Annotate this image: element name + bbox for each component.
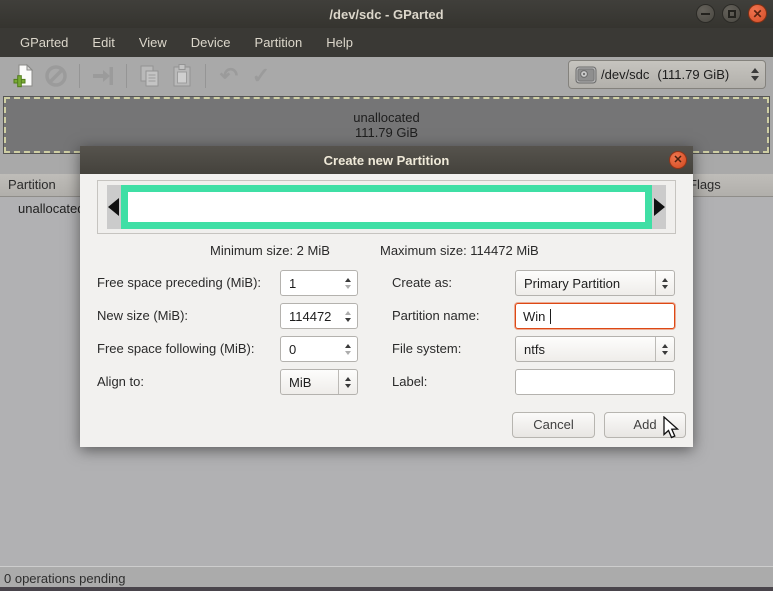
align-to-value: MiB — [289, 375, 311, 390]
toolbar-separator — [79, 64, 80, 88]
menu-edit[interactable]: Edit — [80, 30, 126, 55]
toolbar-separator — [205, 64, 206, 88]
cancel-button[interactable]: Cancel — [512, 412, 595, 438]
create-partition-dialog: Create new Partition ✕ Minimum size: 2 M… — [80, 146, 693, 447]
minimize-button[interactable] — [696, 4, 715, 23]
label-field — [515, 369, 675, 395]
device-size: (111.79 GiB) — [657, 67, 729, 82]
dropdown-arrows-icon — [655, 337, 674, 361]
window-controls: ✕ — [696, 4, 767, 23]
partition-visual-label: unallocated — [353, 110, 420, 125]
close-button[interactable]: ✕ — [748, 4, 767, 23]
maximize-button[interactable] — [722, 4, 741, 23]
column-header-partition: Partition — [8, 177, 56, 192]
dropdown-arrows-icon — [338, 370, 357, 394]
file-system-dropdown[interactable]: ntfs — [515, 336, 675, 362]
mouse-cursor — [662, 416, 682, 440]
undo-button[interactable]: ↶ — [213, 61, 245, 91]
gparted-window: /dev/sdc - GParted ✕ GParted Edit View D… — [0, 0, 773, 591]
align-to-label: Align to: — [97, 369, 144, 395]
device-path: /dev/sdc — [601, 67, 649, 82]
toolbar-separator — [126, 64, 127, 88]
hard-drive-icon — [575, 66, 597, 84]
free-space-preceding-spinner[interactable]: 1 — [280, 270, 358, 296]
free-space-following-label: Free space following (MiB): — [97, 336, 255, 362]
spinner-arrows[interactable] — [338, 337, 357, 361]
undo-icon: ↶ — [220, 65, 238, 87]
new-partition-button[interactable] — [8, 61, 40, 91]
resize-handle-right-icon[interactable] — [654, 198, 665, 216]
column-header-flags: Flags — [689, 177, 721, 192]
close-icon: ✕ — [752, 8, 762, 20]
dialog-close-button[interactable]: ✕ — [669, 151, 687, 169]
dialog-titlebar: Create new Partition ✕ — [80, 146, 693, 174]
new-partition-icon — [11, 63, 37, 89]
dialog-close-icon: ✕ — [673, 155, 682, 166]
table-row-unallocated[interactable]: unallocated — [18, 201, 85, 216]
partition-name-field — [515, 303, 675, 329]
file-system-value: ntfs — [524, 342, 545, 357]
resize-move-icon — [90, 63, 116, 89]
text-caret — [550, 309, 551, 324]
new-partition-preview-bar[interactable] — [121, 185, 652, 229]
copy-button[interactable] — [134, 61, 166, 91]
menu-partition[interactable]: Partition — [243, 30, 315, 55]
minimize-icon — [701, 13, 710, 15]
partition-visual-size: 111.79 GiB — [355, 125, 418, 140]
create-as-label: Create as: — [392, 270, 452, 296]
spinner-arrows[interactable] — [338, 304, 357, 328]
paste-button[interactable] — [166, 61, 198, 91]
new-size-value: 114472 — [289, 309, 331, 324]
device-selector-arrows — [751, 68, 759, 81]
new-size-spinner[interactable]: 114472 — [280, 303, 358, 329]
free-space-preceding-value: 1 — [289, 276, 296, 291]
free-space-following-value: 0 — [289, 342, 296, 357]
window-title: /dev/sdc - GParted — [0, 7, 773, 22]
device-selector[interactable]: /dev/sdc (111.79 GiB) — [568, 60, 766, 89]
label-label: Label: — [392, 369, 427, 395]
menubar: GParted Edit View Device Partition Help — [0, 28, 773, 57]
maximum-size-text: Maximum size: 114472 MiB — [380, 243, 539, 258]
free-space-following-spinner[interactable]: 0 — [280, 336, 358, 362]
window-titlebar: /dev/sdc - GParted ✕ — [0, 0, 773, 28]
dialog-title: Create new Partition — [324, 153, 450, 168]
apply-icon: ✓ — [252, 65, 270, 87]
minimum-size-text: Minimum size: 2 MiB — [210, 243, 330, 258]
partition-size-preview — [97, 180, 676, 234]
copy-icon — [137, 63, 163, 89]
align-to-dropdown[interactable]: MiB — [280, 369, 358, 395]
delete-partition-button[interactable] — [40, 61, 72, 91]
create-as-dropdown[interactable]: Primary Partition — [515, 270, 675, 296]
delete-icon — [43, 63, 69, 89]
preview-track — [107, 185, 666, 229]
menu-help[interactable]: Help — [314, 30, 365, 55]
dropdown-arrows-icon — [655, 271, 674, 295]
window-bottom-edge — [0, 587, 773, 591]
spinner-arrows[interactable] — [338, 271, 357, 295]
file-system-label: File system: — [392, 336, 461, 362]
partition-name-label: Partition name: — [392, 303, 479, 329]
menu-view[interactable]: View — [127, 30, 179, 55]
partition-visual-unallocated[interactable]: unallocated 111.79 GiB — [4, 97, 769, 153]
free-space-preceding-label: Free space preceding (MiB): — [97, 270, 261, 296]
maximize-icon — [728, 10, 736, 18]
new-size-label: New size (MiB): — [97, 303, 188, 329]
resize-move-button[interactable] — [87, 61, 119, 91]
operations-pending-text: 0 operations pending — [4, 571, 125, 586]
paste-icon — [169, 63, 195, 89]
menu-gparted[interactable]: GParted — [8, 30, 80, 55]
resize-handle-left-icon[interactable] — [108, 198, 119, 216]
apply-button[interactable]: ✓ — [245, 61, 277, 91]
create-as-value: Primary Partition — [524, 276, 620, 291]
label-input[interactable] — [516, 370, 674, 394]
menu-device[interactable]: Device — [179, 30, 243, 55]
partition-name-input[interactable] — [516, 304, 674, 328]
